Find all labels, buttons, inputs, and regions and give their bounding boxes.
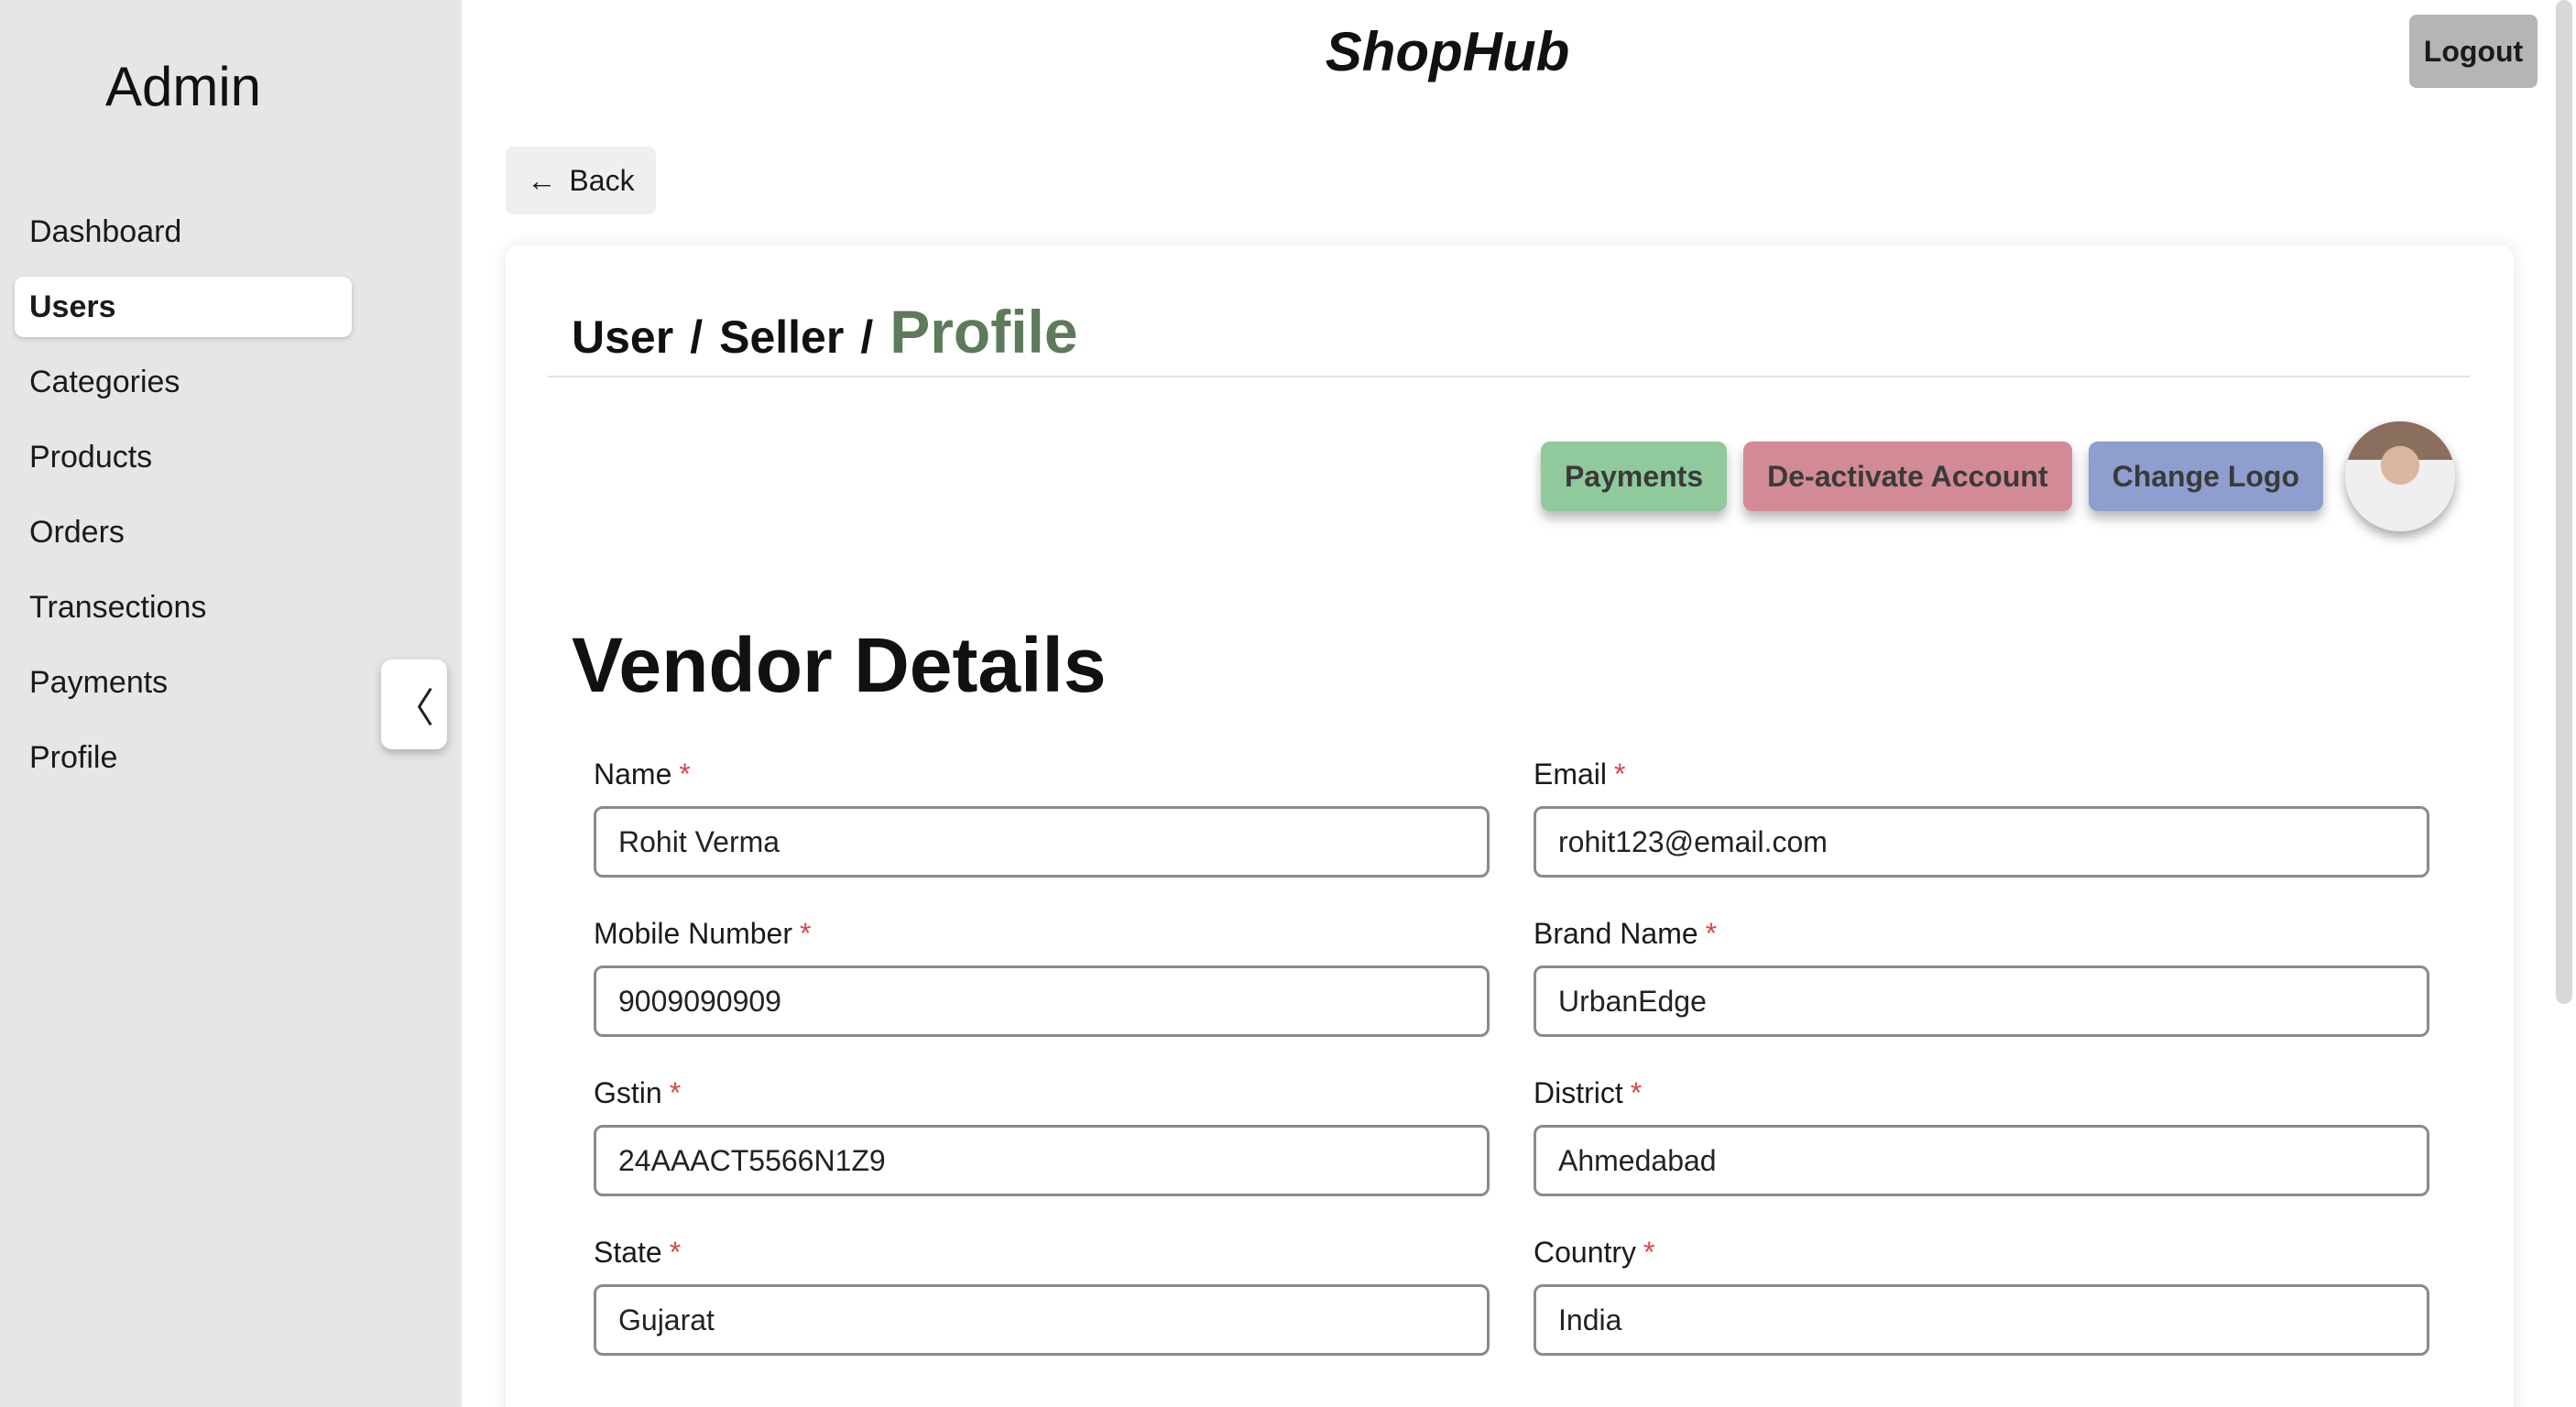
brand-name-input[interactable] xyxy=(1534,965,2429,1037)
required-marker: * xyxy=(1630,1075,1643,1109)
field-email: Email * xyxy=(1534,751,2429,911)
section-title: Vendor Details xyxy=(572,622,1107,708)
brand-logo-text: ShopHub xyxy=(1325,21,1570,82)
field-label-text: Email xyxy=(1534,757,1608,791)
arrow-left-icon: ← xyxy=(527,163,557,197)
field-brand: Brand Name * xyxy=(1534,911,2429,1070)
breadcrumb-user[interactable]: User xyxy=(572,311,673,364)
email-input[interactable] xyxy=(1534,806,2429,878)
sidebar-item-dashboard[interactable]: Dashboard xyxy=(15,202,352,262)
field-label-text: State xyxy=(594,1235,662,1269)
field-label: Name * xyxy=(594,751,1490,797)
field-label: Mobile Number * xyxy=(594,911,1490,956)
field-mobile: Mobile Number * xyxy=(594,911,1490,1070)
field-label-text: Country xyxy=(1534,1235,1637,1269)
breadcrumb: User / Seller / Profile xyxy=(572,297,1078,366)
breadcrumb-separator: / xyxy=(860,311,874,363)
required-marker: * xyxy=(679,757,691,791)
field-label: Email * xyxy=(1534,751,2429,797)
payments-button[interactable]: Payments xyxy=(1540,442,1728,511)
required-marker: * xyxy=(669,1235,682,1269)
field-label: State * xyxy=(594,1229,1490,1275)
app-root: Admin Dashboard Users Categories Product… xyxy=(0,0,2576,1407)
page-scrollbar[interactable] xyxy=(2556,0,2572,1004)
field-gstin: Gstin * xyxy=(594,1070,1490,1229)
header-divider xyxy=(548,376,2470,377)
sidebar-nav: Dashboard Users Categories Products Orde… xyxy=(15,202,352,802)
field-label-text: Name xyxy=(594,757,672,791)
logout-button[interactable]: Logout xyxy=(2409,15,2538,88)
breadcrumb-seller[interactable]: Seller xyxy=(719,311,844,364)
sidebar-item-products[interactable]: Products xyxy=(15,427,352,487)
field-name: Name * xyxy=(594,751,1490,911)
field-label: Brand Name * xyxy=(1534,911,2429,956)
sidebar-title: Admin xyxy=(104,56,262,117)
field-country: Country * xyxy=(1534,1229,2429,1389)
breadcrumb-separator: / xyxy=(690,311,704,363)
profile-card: User / Seller / Profile Payments De-acti… xyxy=(506,245,2514,1407)
page-title: Profile xyxy=(890,298,1078,365)
avatar[interactable] xyxy=(2345,421,2455,531)
field-state: State * xyxy=(594,1229,1490,1389)
profile-actions: Payments De-activate Account Change Logo xyxy=(1540,421,2455,531)
required-marker: * xyxy=(1643,1235,1655,1269)
gstin-input[interactable] xyxy=(594,1125,1490,1196)
field-label-text: District xyxy=(1534,1075,1623,1109)
sidebar-item-transections[interactable]: Transections xyxy=(15,577,352,638)
country-input[interactable] xyxy=(1534,1284,2429,1356)
sidebar-item-users[interactable]: Users xyxy=(15,277,352,337)
change-logo-button[interactable]: Change Logo xyxy=(2088,442,2323,511)
district-input[interactable] xyxy=(1534,1125,2429,1196)
mobile-number-input[interactable] xyxy=(594,965,1490,1037)
required-marker: * xyxy=(1705,916,1718,950)
deactivate-account-button[interactable]: De-activate Account xyxy=(1743,442,2072,511)
back-button[interactable]: ← Back xyxy=(506,147,656,214)
field-label-text: Mobile Number xyxy=(594,916,792,950)
field-label: Country * xyxy=(1534,1229,2429,1275)
vendor-details-form: Name* Email* Mobile Number* Brand Name* … xyxy=(594,751,2429,1389)
sidebar-collapse-button[interactable]: 〈 xyxy=(381,660,447,749)
field-label-text: Brand Name xyxy=(1534,916,1698,950)
sidebar-item-categories[interactable]: Categories xyxy=(15,352,352,412)
chevron-left-icon: 〈 xyxy=(394,686,434,731)
name-input[interactable] xyxy=(594,806,1490,878)
sidebar-item-payments[interactable]: Payments xyxy=(15,652,352,713)
required-marker: * xyxy=(1614,757,1626,791)
required-marker: * xyxy=(799,916,812,950)
field-district: District * xyxy=(1534,1070,2429,1229)
field-label-text: Gstin xyxy=(594,1075,662,1109)
field-label: Gstin * xyxy=(594,1070,1490,1116)
required-marker: * xyxy=(669,1075,682,1109)
back-label: Back xyxy=(569,163,635,197)
sidebar-item-orders[interactable]: Orders xyxy=(15,502,352,562)
sidebar-item-profile[interactable]: Profile xyxy=(15,727,352,788)
state-input[interactable] xyxy=(594,1284,1490,1356)
field-label: District * xyxy=(1534,1070,2429,1116)
